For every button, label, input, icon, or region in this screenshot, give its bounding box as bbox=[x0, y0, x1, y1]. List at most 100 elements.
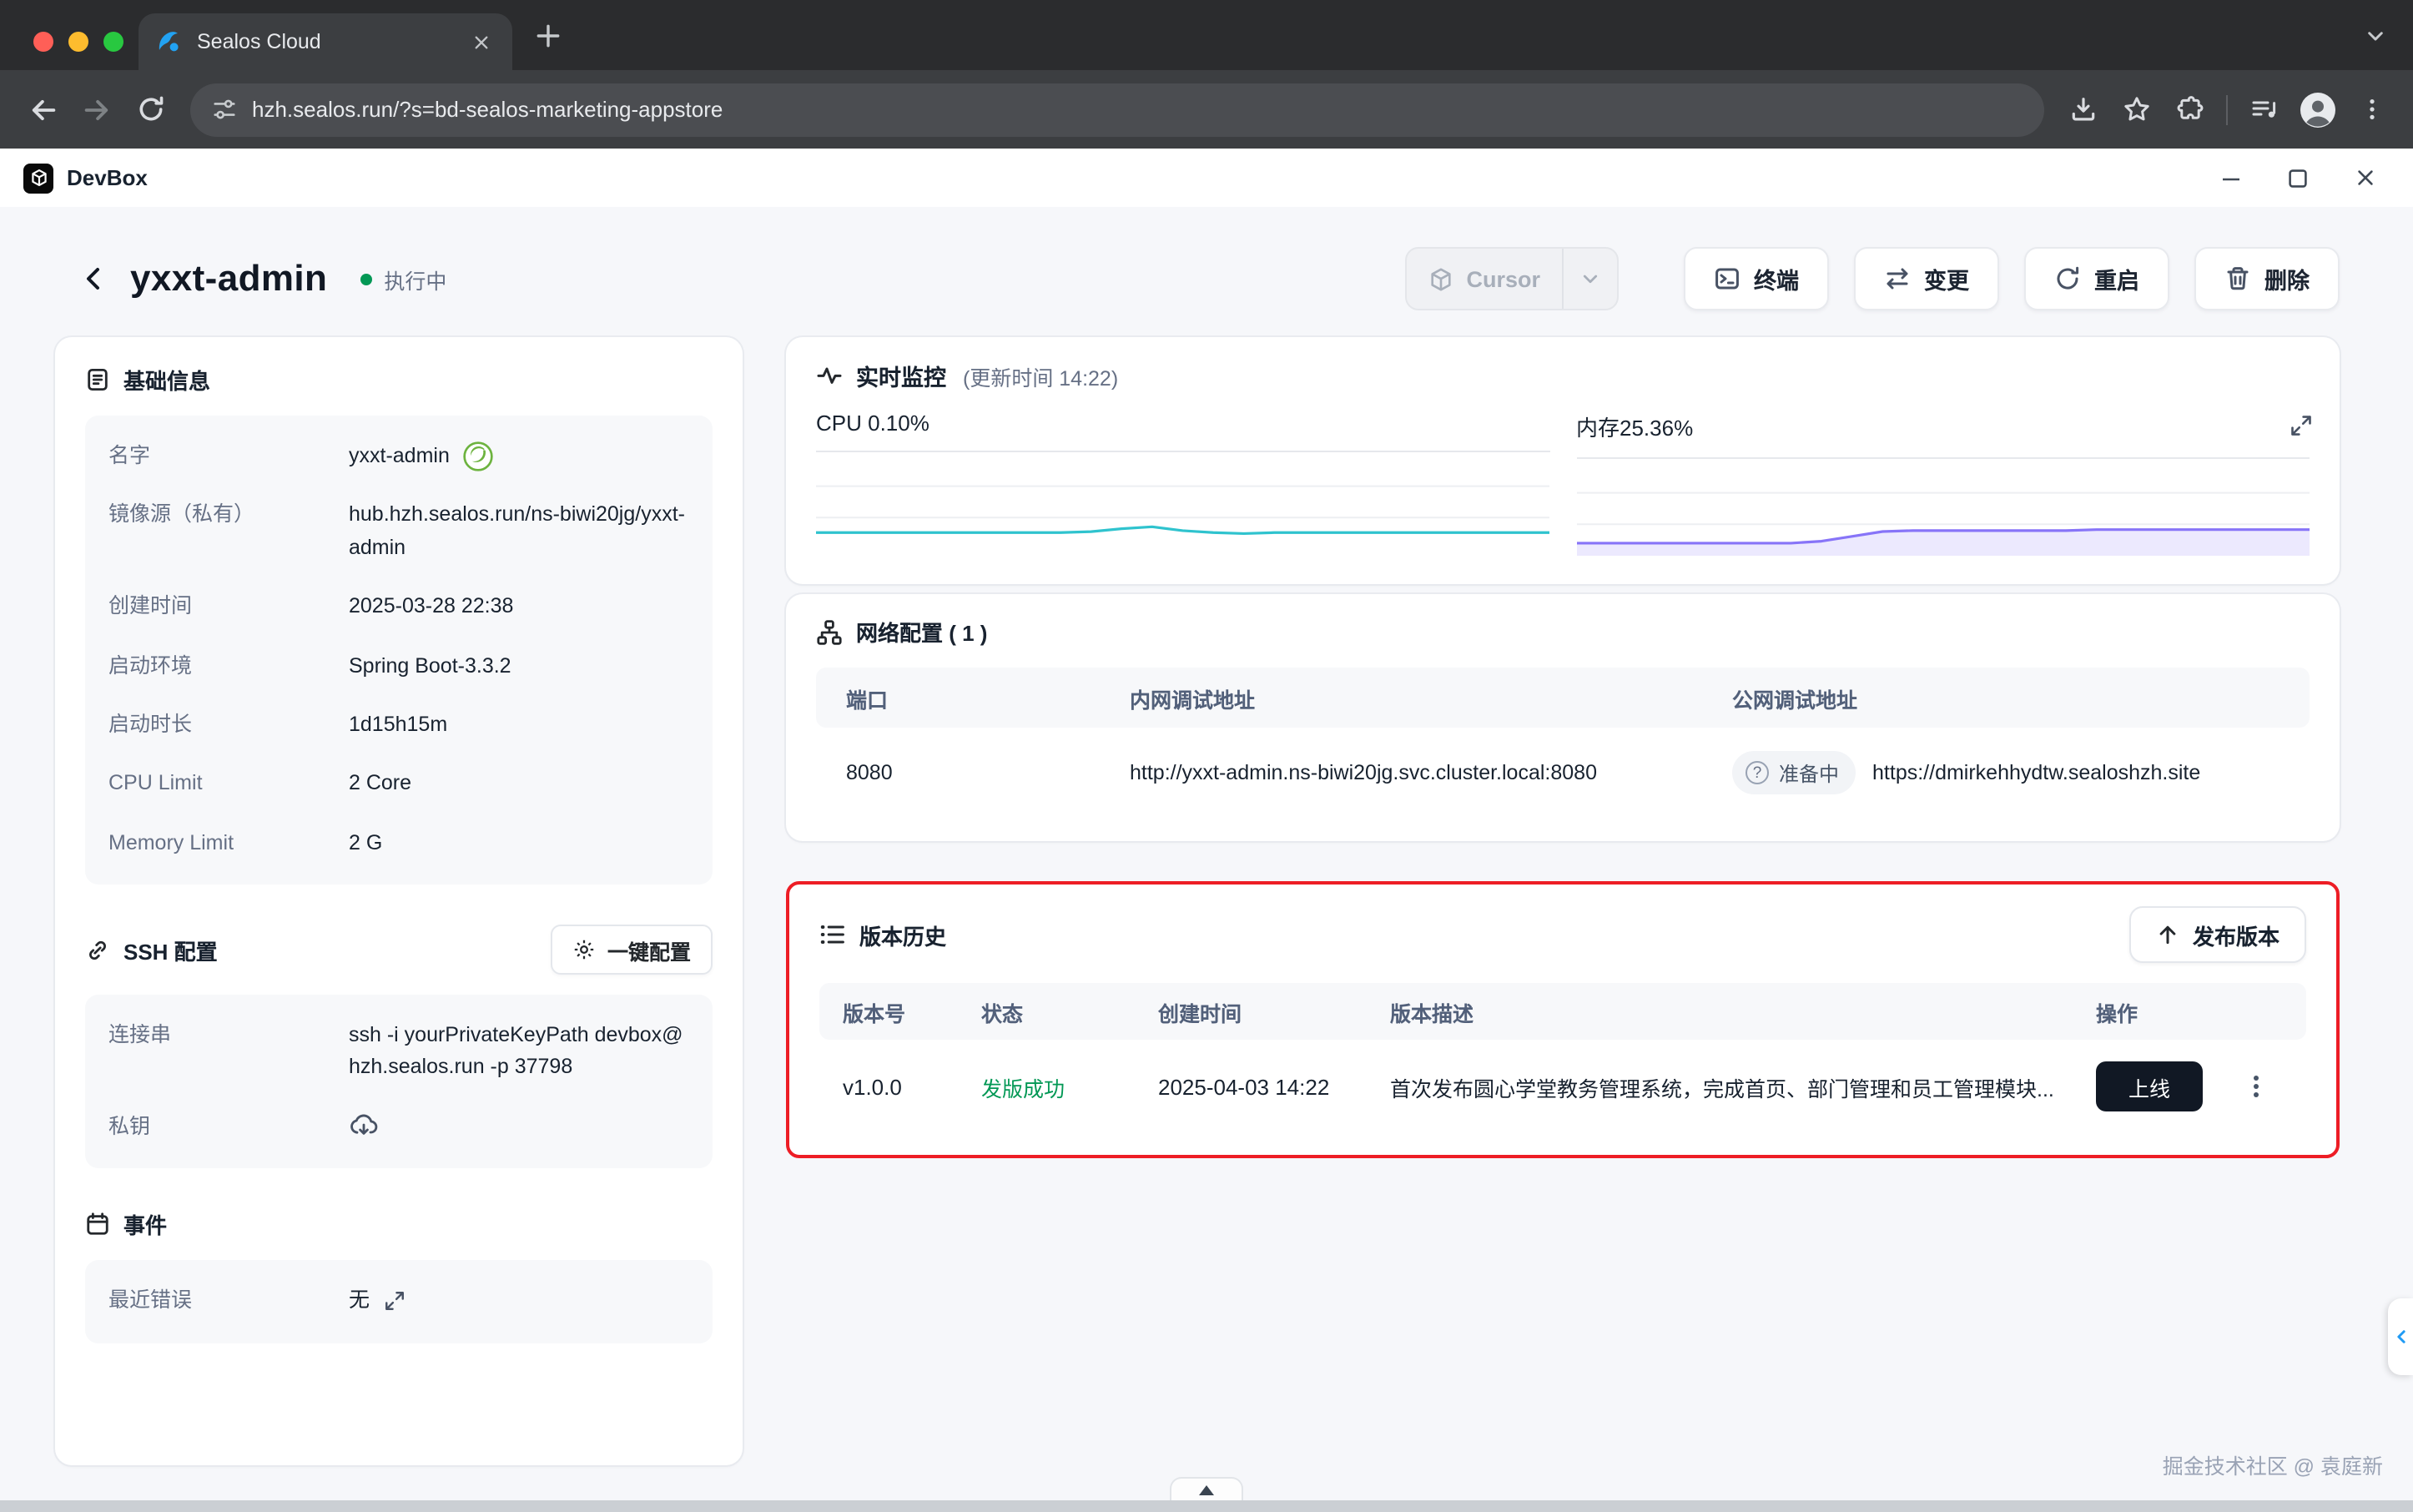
expand-monitor-icon[interactable] bbox=[2290, 414, 2313, 437]
arrow-up-icon bbox=[2156, 923, 2179, 946]
go-online-button[interactable]: 上线 bbox=[2096, 1061, 2203, 1111]
expand-events-icon[interactable] bbox=[383, 1291, 405, 1313]
bookmark-star-icon[interactable] bbox=[2111, 84, 2161, 134]
cursor-label: Cursor bbox=[1466, 266, 1540, 291]
network-card: 网络配置 ( 1 ) 端口 内网调试地址 公网调试地址 8080 http://… bbox=[786, 594, 2340, 841]
version-header: 版本历史 bbox=[819, 919, 946, 950]
info-value: 2025-03-28 22:38 bbox=[349, 591, 513, 623]
terminal-button[interactable]: 终端 bbox=[1684, 247, 1829, 310]
internal-address-cell[interactable]: http://yxxt-admin.ns-biwi20jg.svc.cluste… bbox=[1130, 761, 1732, 784]
back-icon[interactable] bbox=[17, 83, 70, 136]
ssh-row-private-key: 私钥 bbox=[108, 1098, 689, 1157]
devbox-titlebar: DevBox bbox=[0, 149, 2413, 207]
restart-button[interactable]: 重启 bbox=[2024, 247, 2169, 310]
network-title: 网络配置 ( 1 ) bbox=[856, 616, 987, 648]
ssh-header: SSH 配置 bbox=[85, 934, 218, 965]
cursor-dropdown-chevron-icon[interactable] bbox=[1562, 249, 1617, 309]
devbox-content: yxxt-admin 执行中 Cursor bbox=[0, 207, 2413, 1500]
pulse-chart-icon bbox=[816, 362, 843, 389]
info-label: 名字 bbox=[108, 441, 349, 473]
version-cell: v1.0.0 bbox=[819, 1074, 981, 1099]
info-value: 1d15h15m bbox=[349, 709, 447, 742]
help-circle-icon bbox=[1746, 761, 1769, 784]
browser-menu-kebab-icon[interactable] bbox=[2346, 84, 2396, 134]
col-header-internal: 内网调试地址 bbox=[1130, 682, 1732, 713]
events-block: 最近错误 无 bbox=[85, 1260, 713, 1343]
col-header-created: 创建时间 bbox=[1158, 995, 1390, 1027]
info-label: Memory Limit bbox=[108, 827, 349, 859]
basic-info-title: 基础信息 bbox=[123, 364, 210, 396]
minimize-window-button[interactable] bbox=[68, 32, 88, 52]
document-icon bbox=[85, 367, 110, 392]
info-value: 2 Core bbox=[349, 769, 411, 801]
download-private-key-icon[interactable] bbox=[349, 1111, 379, 1138]
page-back-chevron-icon[interactable] bbox=[77, 262, 110, 295]
col-header-version: 版本号 bbox=[819, 995, 981, 1027]
info-row-image: 镜像源（私有） hub.hzh.sealos.run/ns-biwi20jg/y… bbox=[108, 486, 689, 578]
profile-avatar[interactable] bbox=[2293, 84, 2343, 134]
change-config-button[interactable]: 变更 bbox=[1854, 247, 1999, 310]
sidebar-collapse-toggle[interactable] bbox=[2388, 1298, 2413, 1375]
info-row-name: 名字 yxxt-admin bbox=[108, 427, 689, 486]
info-label: CPU Limit bbox=[108, 769, 349, 801]
ssh-row-connection: 连接串 ssh -i yourPrivateKeyPath devbox@hzh… bbox=[108, 1006, 689, 1098]
cursor-ide-button[interactable]: Cursor bbox=[1404, 247, 1619, 310]
chevron-up-icon bbox=[1198, 1484, 1215, 1494]
public-address-link[interactable]: https://dmirkehhydtw.sealoshzh.site bbox=[1872, 761, 2200, 784]
tab-close-icon[interactable] bbox=[466, 27, 496, 57]
version-status-cell: 发版成功 bbox=[981, 1071, 1158, 1102]
tab-list-chevron-icon[interactable] bbox=[2365, 25, 2386, 47]
app-maximize-icon[interactable] bbox=[2273, 156, 2323, 199]
calendar-icon bbox=[85, 1212, 110, 1237]
version-description-cell: 首次发布圆心学堂教务管理系统，完成首页、部门管理和员工管理模块... bbox=[1390, 1071, 2096, 1102]
cpu-chart bbox=[816, 452, 1549, 549]
window-title: DevBox bbox=[67, 165, 148, 190]
app-minimize-icon[interactable] bbox=[2206, 156, 2256, 199]
forward-icon[interactable] bbox=[70, 83, 123, 136]
dock-expand-tab[interactable] bbox=[1170, 1477, 1243, 1500]
close-window-button[interactable] bbox=[33, 32, 53, 52]
swap-arrows-icon bbox=[1884, 265, 1911, 292]
status-badge: 执行中 bbox=[360, 263, 446, 295]
chevron-left-icon bbox=[2392, 1328, 2409, 1345]
delete-button[interactable]: 删除 bbox=[2194, 247, 2340, 310]
address-bar[interactable]: hzh.sealos.run/?s=bd-sealos-marketing-ap… bbox=[190, 83, 2044, 136]
site-settings-icon[interactable] bbox=[212, 97, 237, 122]
cpu-chart-label: CPU 0.10% bbox=[816, 411, 1549, 452]
ssh-conn-value[interactable]: ssh -i yourPrivateKeyPath devbox@hzh.sea… bbox=[349, 1020, 689, 1085]
browser-tab[interactable]: Sealos Cloud bbox=[139, 13, 512, 70]
events-row-error: 最近错误 无 bbox=[108, 1272, 689, 1331]
info-row-uptime: 启动时长 1d15h15m bbox=[108, 696, 689, 755]
basic-info-card: 基础信息 名字 yxxt-admin 镜像源（私有） bbox=[55, 337, 743, 1465]
version-row-kebab-icon[interactable] bbox=[2243, 1073, 2269, 1100]
one-click-config-button[interactable]: 一键配置 bbox=[551, 925, 713, 975]
cube-icon bbox=[1428, 266, 1453, 291]
version-table-header: 版本号 状态 创建时间 版本描述 操作 bbox=[819, 983, 2306, 1040]
traffic-lights bbox=[33, 32, 123, 52]
restart-icon bbox=[2054, 265, 2081, 292]
terminal-label: 终端 bbox=[1754, 262, 1799, 295]
one-click-config-label: 一键配置 bbox=[607, 934, 691, 965]
watermark: 掘金技术社区 @ 袁庭新 bbox=[2163, 1449, 2383, 1480]
public-address-cell: 准备中 https://dmirkehhydtw.sealoshzh.site bbox=[1732, 751, 2310, 794]
memory-chart-panel: 内存25.36% bbox=[1576, 411, 2310, 556]
info-value: 2 G bbox=[349, 827, 382, 859]
release-version-button[interactable]: 发布版本 bbox=[2129, 906, 2306, 963]
app-close-icon[interactable] bbox=[2340, 156, 2390, 199]
col-header-status: 状态 bbox=[981, 995, 1158, 1027]
fullscreen-window-button[interactable] bbox=[103, 32, 123, 52]
media-controls-icon[interactable] bbox=[2239, 84, 2290, 134]
install-app-icon[interactable] bbox=[2058, 84, 2108, 134]
monitor-subtitle: (更新时间 14:22) bbox=[963, 360, 1118, 391]
col-header-description: 版本描述 bbox=[1390, 995, 2096, 1027]
col-header-public: 公网调试地址 bbox=[1732, 682, 1857, 713]
url-text: hzh.sealos.run/?s=bd-sealos-marketing-ap… bbox=[252, 97, 723, 122]
network-table-row: 8080 http://yxxt-admin.ns-biwi20jg.svc.c… bbox=[816, 728, 2310, 818]
reload-icon[interactable] bbox=[123, 83, 177, 136]
info-label: 启动环境 bbox=[108, 650, 349, 683]
col-header-port: 端口 bbox=[816, 682, 1130, 713]
link-icon bbox=[85, 937, 110, 962]
extensions-puzzle-icon[interactable] bbox=[2164, 84, 2214, 134]
toolbar-actions bbox=[2058, 84, 2396, 134]
new-tab-button[interactable] bbox=[534, 22, 562, 50]
